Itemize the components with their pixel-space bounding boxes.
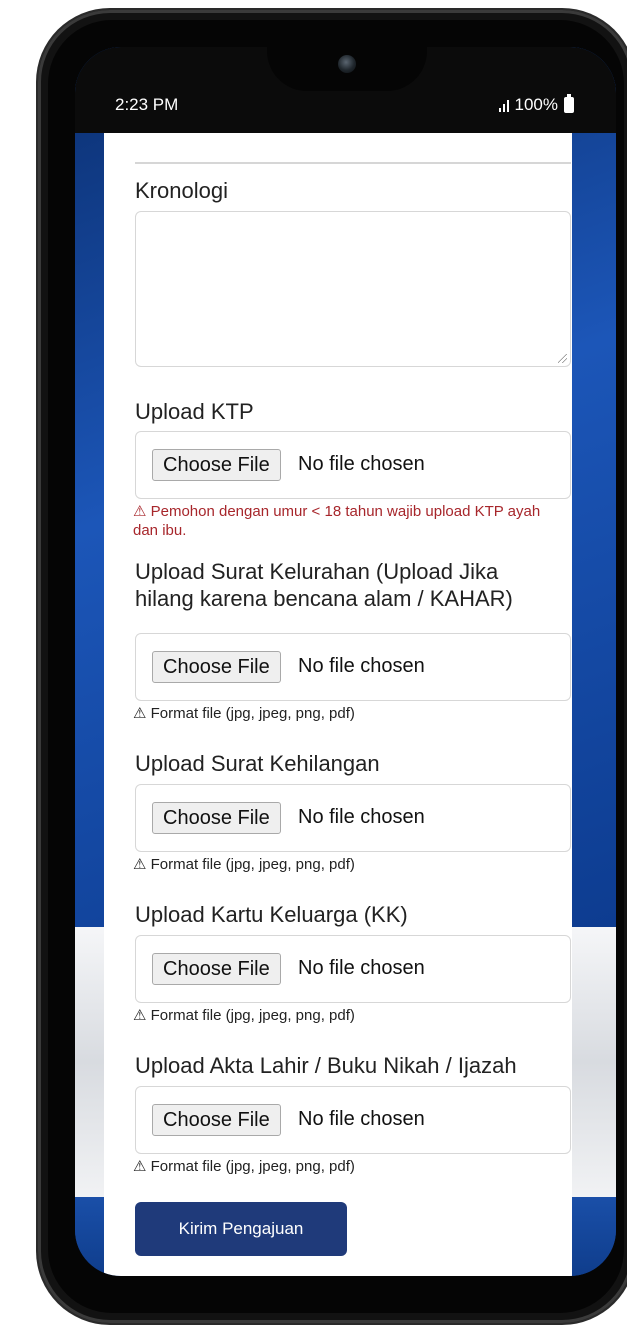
phone-bezel: 2:23 PM 100% Kronologi Upload KTP Choose… — [48, 20, 624, 1313]
status-indicators: 100% — [498, 94, 574, 115]
upload-akta-field[interactable]: Choose File No file chosen — [135, 1086, 571, 1154]
status-bar: 2:23 PM 100% — [75, 47, 616, 133]
upload-akta-choose-button[interactable]: Choose File — [152, 1104, 281, 1136]
upload-kehilangan-field[interactable]: Choose File No file chosen — [135, 784, 571, 852]
battery-icon — [564, 94, 574, 113]
upload-kelurahan-label-line1: Upload Surat Kelurahan (Upload Jika — [135, 559, 499, 584]
upload-kehilangan-status: No file chosen — [298, 806, 425, 828]
upload-akta-label: Upload Akta Lahir / Buku Nikah / Ijazah — [135, 1053, 517, 1078]
upload-kelurahan-field[interactable]: Choose File No file chosen — [135, 633, 571, 701]
upload-kehilangan-format-note: ⚠ Format file (jpg, jpeg, png, pdf) — [133, 856, 355, 873]
upload-kelurahan-format-note: ⚠ Format file (jpg, jpeg, png, pdf) — [133, 705, 355, 722]
resize-handle-icon[interactable] — [558, 354, 567, 363]
status-time: 2:23 PM — [115, 95, 179, 114]
upload-akta-status: No file chosen — [298, 1108, 425, 1130]
upload-ktp-choose-button[interactable]: Choose File — [152, 449, 281, 481]
upload-kk-format-note: ⚠ Format file (jpg, jpeg, png, pdf) — [133, 1007, 355, 1024]
screen: 2:23 PM 100% Kronologi Upload KTP Choose… — [75, 47, 616, 1276]
upload-kelurahan-label-line2: hilang karena bencana alam / KAHAR) — [135, 586, 513, 611]
phone-frame: 2:23 PM 100% Kronologi Upload KTP Choose… — [38, 10, 627, 1323]
upload-akta-format-note: ⚠ Format file (jpg, jpeg, png, pdf) — [133, 1158, 355, 1175]
upload-ktp-label: Upload KTP — [135, 399, 254, 424]
upload-ktp-warning: ⚠ Pemohon dengan umur < 18 tahun wajib u… — [133, 503, 541, 539]
upload-kehilangan-choose-button[interactable]: Choose File — [152, 802, 281, 834]
upload-kelurahan-choose-button[interactable]: Choose File — [152, 651, 281, 683]
upload-kk-label: Upload Kartu Keluarga (KK) — [135, 902, 408, 927]
signal-icon — [498, 98, 509, 112]
divider — [135, 162, 571, 164]
kronologi-textarea[interactable] — [135, 211, 571, 367]
camera-icon — [338, 55, 356, 73]
upload-ktp-status: No file chosen — [298, 453, 425, 475]
upload-ktp-field[interactable]: Choose File No file chosen — [135, 431, 571, 499]
upload-kk-choose-button[interactable]: Choose File — [152, 953, 281, 985]
submit-button[interactable]: Kirim Pengajuan — [135, 1202, 347, 1256]
form-card: Kronologi Upload KTP Choose File No file… — [104, 133, 572, 1276]
upload-kk-field[interactable]: Choose File No file chosen — [135, 935, 571, 1003]
upload-kelurahan-status: No file chosen — [298, 655, 425, 677]
upload-kehilangan-label: Upload Surat Kehilangan — [135, 751, 380, 776]
kronologi-label: Kronologi — [135, 178, 228, 203]
battery-percent: 100% — [514, 95, 558, 114]
upload-kk-status: No file chosen — [298, 957, 425, 979]
